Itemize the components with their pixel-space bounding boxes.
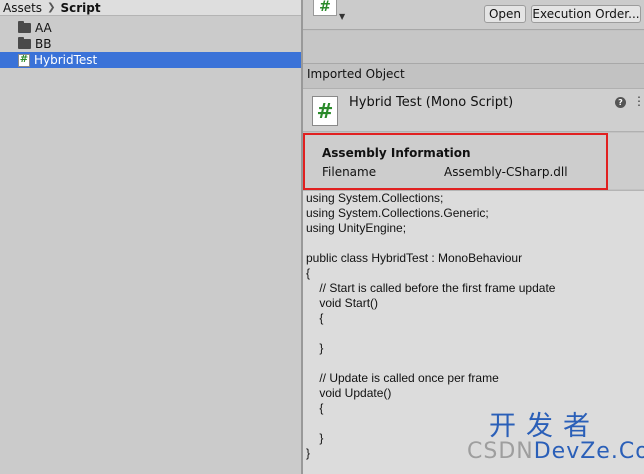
inspector-toolbar: # ▼ Open Execution Order... (303, 0, 644, 30)
execution-order-button[interactable]: Execution Order... (531, 5, 641, 23)
watermark-prefix: CSDN (467, 439, 534, 464)
breadcrumb-script[interactable]: Script (60, 1, 100, 15)
inspector-header: # Hybrid Test (Mono Script) ? ⋮ (303, 88, 644, 132)
more-menu-icon[interactable]: ⋮ (633, 95, 644, 107)
project-panel: Assets ❯ Script AA BB # HybridTest (0, 0, 301, 474)
filename-value: Assembly-CSharp.dll (444, 165, 568, 179)
csharp-script-icon: # (312, 96, 338, 126)
folder-item-bb[interactable]: BB (0, 36, 301, 52)
code-line: using System.Collections.Generic; (306, 206, 489, 220)
code-line: } (306, 341, 324, 355)
watermark-cn: 开发者 (489, 411, 600, 442)
folder-icon (18, 21, 31, 33)
code-line: // Start is called before the first fram… (306, 281, 556, 295)
breadcrumb-assets[interactable]: Assets (3, 1, 42, 15)
watermark-domain: DevZe.CoM (533, 439, 644, 464)
dropdown-caret-icon[interactable]: ▼ (339, 12, 345, 21)
folder-item-aa[interactable]: AA (0, 20, 301, 36)
folder-icon (18, 37, 31, 49)
toolbar-spacer (303, 31, 644, 64)
highlight-box (303, 133, 608, 190)
script-item-hybridtest[interactable]: # HybridTest (0, 52, 301, 68)
inspector-title: Hybrid Test (Mono Script) (349, 95, 514, 110)
inspector-panel: # ▼ Open Execution Order... Imported Obj… (303, 0, 644, 474)
chevron-right-icon: ❯ (47, 2, 56, 13)
csharp-script-icon: # (18, 53, 30, 67)
code-line: void Start() (306, 296, 379, 310)
code-line: void Update() (306, 386, 392, 400)
filename-label: Filename (322, 165, 377, 179)
help-icon[interactable]: ? (615, 97, 626, 108)
folder-label: BB (35, 37, 52, 51)
open-button[interactable]: Open (484, 5, 526, 23)
folder-label: AA (35, 21, 52, 35)
code-line: using System.Collections; (306, 191, 444, 205)
code-line: public class HybridTest : MonoBehaviour (306, 251, 523, 265)
code-line: { (306, 311, 324, 325)
section-label: Imported Object (307, 67, 405, 81)
code-line: using UnityEngine; (306, 221, 407, 235)
code-line: // Update is called once per frame (306, 371, 499, 385)
script-label: HybridTest (34, 53, 98, 67)
watermark-en: CSDNDevZe.CoM (467, 439, 644, 464)
assembly-title: Assembly Information (322, 146, 471, 160)
code-line: { (306, 266, 311, 280)
breadcrumb: Assets ❯ Script (0, 0, 301, 16)
csharp-script-icon[interactable]: # (313, 0, 337, 16)
